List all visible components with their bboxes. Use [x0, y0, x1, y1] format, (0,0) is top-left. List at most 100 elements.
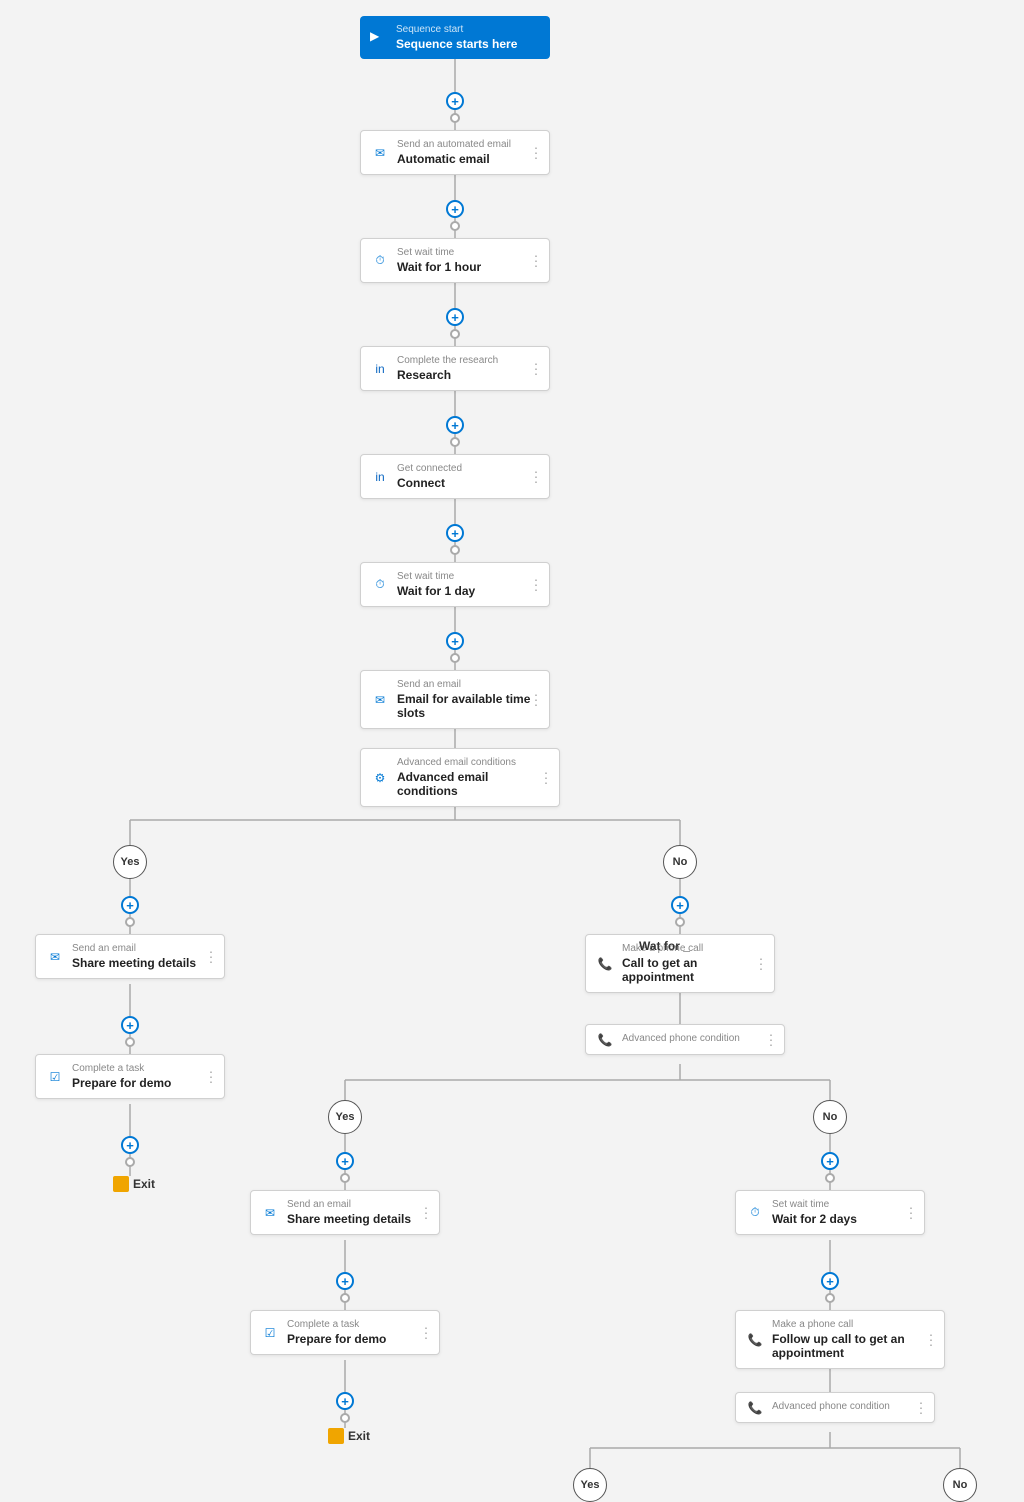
n5-label: Set wait time	[397, 571, 539, 582]
left-n1-label: Send an email	[72, 943, 214, 954]
add-btn-0[interactable]: +	[446, 92, 464, 110]
start-node: ▶ Sequence start Sequence starts here	[360, 16, 550, 59]
right-n2-menu[interactable]: ⋮	[764, 1031, 778, 1048]
add-btn-3[interactable]: +	[446, 416, 464, 434]
circle-r2l-exit	[340, 1413, 350, 1423]
r2r-n2-menu[interactable]: ⋮	[924, 1331, 938, 1348]
adv-phone-icon-r1: 📞	[596, 1031, 614, 1049]
n2-menu[interactable]: ⋮	[529, 252, 543, 269]
n5-title: Wait for 1 day	[397, 584, 539, 598]
r2r-n1-label: Set wait time	[772, 1199, 914, 1210]
flow-canvas: ▶ Sequence start Sequence starts here + …	[0, 0, 1024, 1439]
circle-4	[450, 545, 460, 555]
r2r-n3-label: Advanced phone condition	[772, 1401, 924, 1412]
circle-3	[450, 437, 460, 447]
n2-title: Wait for 1 hour	[397, 260, 539, 274]
email-icon-2: ✉	[371, 691, 389, 709]
r2l-n1-menu[interactable]: ⋮	[419, 1204, 433, 1221]
left-exit-label: Exit	[133, 1177, 155, 1191]
node-email-timeslots: ✉ Send an email Email for available time…	[360, 670, 550, 729]
circle-r2r-1	[825, 1293, 835, 1303]
circle-1	[450, 221, 460, 231]
left-exit-node: Exit	[113, 1176, 155, 1192]
node-r2r-wait-2days: ⏱ Set wait time Wait for 2 days ⋮	[735, 1190, 925, 1235]
left-n2-label: Complete a task	[72, 1063, 214, 1074]
start-label: Sequence start	[396, 24, 540, 35]
add-btn-r2l-exit[interactable]: +	[336, 1392, 354, 1410]
linkedin-icon-2: in	[371, 468, 389, 486]
wait-icon: ⏱	[371, 252, 389, 270]
r2l-exit-node: Exit	[328, 1428, 370, 1444]
n4-label: Get connected	[397, 463, 539, 474]
node-connect: in Get connected Connect ⋮	[360, 454, 550, 499]
r3-yes-branch-label: Yes	[573, 1468, 607, 1502]
n7-menu[interactable]: ⋮	[539, 769, 553, 786]
n1-menu[interactable]: ⋮	[529, 144, 543, 161]
r2-yes-branch-label: Yes	[328, 1100, 362, 1134]
circle-2	[450, 329, 460, 339]
left-n2-menu[interactable]: ⋮	[204, 1068, 218, 1085]
node-automatic-email: ✉ Send an automated email Automatic emai…	[360, 130, 550, 175]
n6-title: Email for available time slots	[397, 692, 539, 720]
r2l-n2-menu[interactable]: ⋮	[419, 1324, 433, 1341]
add-btn-r2l-1[interactable]: +	[336, 1272, 354, 1290]
circle-5	[450, 653, 460, 663]
r2l-n1-label: Send an email	[287, 1199, 429, 1210]
adv-phone-icon-r2r: 📞	[746, 1399, 764, 1417]
node-r2l-share-meeting: ✉ Send an email Share meeting details ⋮	[250, 1190, 440, 1235]
yes-branch-label: Yes	[113, 845, 147, 879]
node-r2r-adv-phone: 📞 Advanced phone condition ⋮	[735, 1392, 935, 1423]
r2r-n1-title: Wait for 2 days	[772, 1212, 914, 1226]
right-n2-label: Advanced phone condition	[622, 1033, 774, 1044]
circle-right-0	[675, 917, 685, 927]
task-icon-r2l1: ☑	[261, 1324, 279, 1342]
add-btn-right-0[interactable]: +	[671, 896, 689, 914]
exit-icon-r2l	[328, 1428, 344, 1444]
add-btn-left-1[interactable]: +	[121, 1016, 139, 1034]
left-n1-title: Share meeting details	[72, 956, 214, 970]
add-btn-r2l-0[interactable]: +	[336, 1152, 354, 1170]
n7-label: Advanced email conditions	[397, 757, 549, 768]
n3-menu[interactable]: ⋮	[529, 360, 543, 377]
n3-label: Complete the research	[397, 355, 539, 366]
adv-email-icon: ⚙	[371, 769, 389, 787]
add-btn-2[interactable]: +	[446, 308, 464, 326]
n2-label: Set wait time	[397, 247, 539, 258]
right-n1-menu[interactable]: ⋮	[754, 955, 768, 972]
left-n1-menu[interactable]: ⋮	[204, 948, 218, 965]
add-btn-left-0[interactable]: +	[121, 896, 139, 914]
r2r-n1-menu[interactable]: ⋮	[904, 1204, 918, 1221]
r2l-exit-label: Exit	[348, 1429, 370, 1443]
add-btn-4[interactable]: +	[446, 524, 464, 542]
node-left-prepare-demo: ☑ Complete a task Prepare for demo ⋮	[35, 1054, 225, 1099]
n3-title: Research	[397, 368, 539, 382]
n5-menu[interactable]: ⋮	[529, 576, 543, 593]
wait-for-label: Wat for _	[639, 939, 690, 953]
r2l-n2-title: Prepare for demo	[287, 1332, 429, 1346]
circle-0	[450, 113, 460, 123]
r2r-n2-title: Follow up call to get an appointment	[772, 1332, 934, 1360]
circle-left-0	[125, 917, 135, 927]
n1-title: Automatic email	[397, 152, 539, 166]
add-btn-left-exit[interactable]: +	[121, 1136, 139, 1154]
right-n1-title: Call to get an appointment	[622, 956, 764, 984]
phone-icon-r1: 📞	[596, 955, 614, 973]
node-left-share-meeting: ✉ Send an email Share meeting details ⋮	[35, 934, 225, 979]
circle-left-exit	[125, 1157, 135, 1167]
wait-icon-2: ⏱	[371, 576, 389, 594]
exit-icon-left	[113, 1176, 129, 1192]
add-btn-1[interactable]: +	[446, 200, 464, 218]
add-btn-5[interactable]: +	[446, 632, 464, 650]
n7-title: Advanced email conditions	[397, 770, 549, 798]
r2l-n1-title: Share meeting details	[287, 1212, 429, 1226]
wait-icon-r2r1: ⏱	[746, 1204, 764, 1222]
add-btn-r2r-0[interactable]: +	[821, 1152, 839, 1170]
task-icon-l1: ☑	[46, 1068, 64, 1086]
add-btn-r2r-1[interactable]: +	[821, 1272, 839, 1290]
n4-menu[interactable]: ⋮	[529, 468, 543, 485]
r2r-n3-menu[interactable]: ⋮	[914, 1399, 928, 1416]
node-r2r-followup-call: 📞 Make a phone call Follow up call to ge…	[735, 1310, 945, 1369]
n6-menu[interactable]: ⋮	[529, 691, 543, 708]
no-branch-label: No	[663, 845, 697, 879]
circle-r2l-1	[340, 1293, 350, 1303]
